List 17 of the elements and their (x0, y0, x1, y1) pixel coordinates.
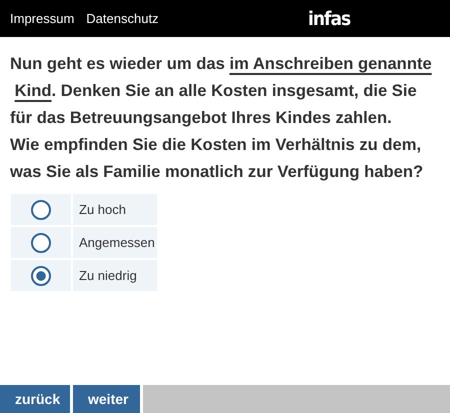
radio-cell[interactable] (11, 194, 71, 225)
option-label[interactable]: Zu hoch (73, 194, 157, 225)
option-label[interactable]: Zu niedrig (73, 260, 157, 291)
radio-button[interactable] (31, 266, 51, 286)
logo: infas (308, 8, 350, 30)
radio-button[interactable] (31, 232, 51, 252)
radio-button[interactable] (31, 200, 51, 220)
question-text: Nun geht es wieder um das im Anschreiben genannte Kind. Denken Sie an alle Kosten insgesamt, die Sie für das Betreuungsangebot Ihres Kindes zahlen. Wie empfinden Sie die Kosten im Verhältnis zu dem, was Sie als Familie monatlich zur Verfügung haben? (10, 53, 433, 183)
underlined-term[interactable]: im Anschreiben genannte (229, 54, 432, 74)
radio-cell[interactable] (11, 227, 71, 258)
radio-cell[interactable] (11, 260, 71, 291)
nav-button[interactable]: zurück (0, 385, 70, 413)
header-link[interactable]: Datenschutz (86, 11, 159, 26)
nav-button[interactable]: weiter (73, 385, 140, 413)
option-label[interactable]: Angemessen (73, 227, 157, 258)
underlined-term[interactable]: Kind (14, 81, 52, 101)
header-link[interactable]: Impressum (10, 11, 74, 26)
